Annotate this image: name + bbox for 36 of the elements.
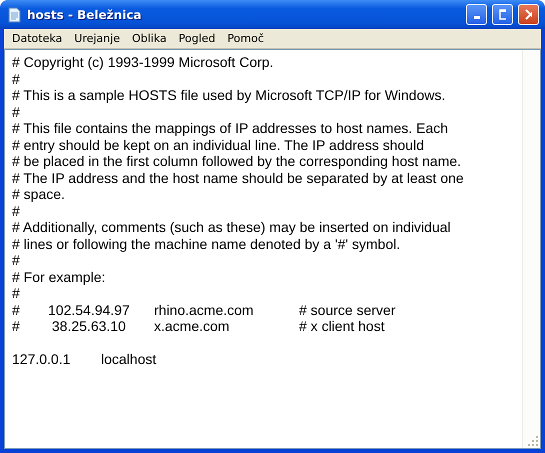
text-line: # bbox=[12, 104, 20, 120]
text-line: # bbox=[12, 302, 20, 318]
menu-item[interactable]: Oblika bbox=[126, 31, 173, 46]
text-line: 102.54.94.97 bbox=[48, 302, 130, 318]
text-line: # Additionally, comments (such as these) may be inserted on individual bbox=[12, 219, 451, 235]
text-line: 127.0.0.1 bbox=[12, 351, 70, 367]
text-line: # be placed in the first column followed by the corresponding host name. bbox=[12, 153, 462, 169]
text-line: # source server bbox=[299, 302, 396, 318]
minimize-button[interactable] bbox=[466, 4, 487, 25]
text-line: # bbox=[12, 252, 20, 268]
text-line: 38.25.63.10 bbox=[50, 318, 126, 334]
text-line: # lines or following the machine name denoted by a '#' symbol. bbox=[12, 236, 400, 252]
text-line: # space. bbox=[12, 186, 65, 202]
notepad-icon bbox=[6, 6, 22, 22]
menu-item[interactable]: Pogled bbox=[172, 31, 222, 46]
text-line: # bbox=[12, 318, 20, 334]
text-line: x.acme.com bbox=[154, 318, 230, 334]
maximize-button[interactable] bbox=[492, 4, 513, 25]
text-line: # x client host bbox=[299, 318, 385, 334]
text-line: localhost bbox=[101, 351, 156, 367]
menu-item[interactable]: Pomoč bbox=[221, 31, 270, 46]
text-line: # bbox=[12, 70, 20, 86]
menu-item[interactable]: Urejanje bbox=[68, 31, 126, 46]
text-line: # entry should be kept on an individual line. The IP address should bbox=[12, 136, 424, 152]
text-line: # Copyright (c) 1993-1999 Microsoft Corp. bbox=[12, 54, 274, 70]
text-line: rhino.acme.com bbox=[154, 302, 254, 318]
window-title: hosts - Beležnica bbox=[27, 8, 143, 22]
text-line: # The IP address and the host name should be separated by at least one bbox=[12, 170, 464, 186]
menu-item[interactable]: Datoteka bbox=[6, 31, 68, 46]
scrollbar[interactable] bbox=[522, 50, 540, 448]
text-line: # For example: bbox=[12, 268, 106, 284]
text-line: # bbox=[12, 285, 20, 301]
text-line: # bbox=[12, 202, 20, 218]
text-line: # This file contains the mappings of IP addresses to host names. Each bbox=[12, 120, 448, 136]
close-button[interactable] bbox=[518, 4, 539, 25]
text-line: # This is a sample HOSTS file used by Microsoft TCP/IP for Windows. bbox=[12, 87, 446, 103]
